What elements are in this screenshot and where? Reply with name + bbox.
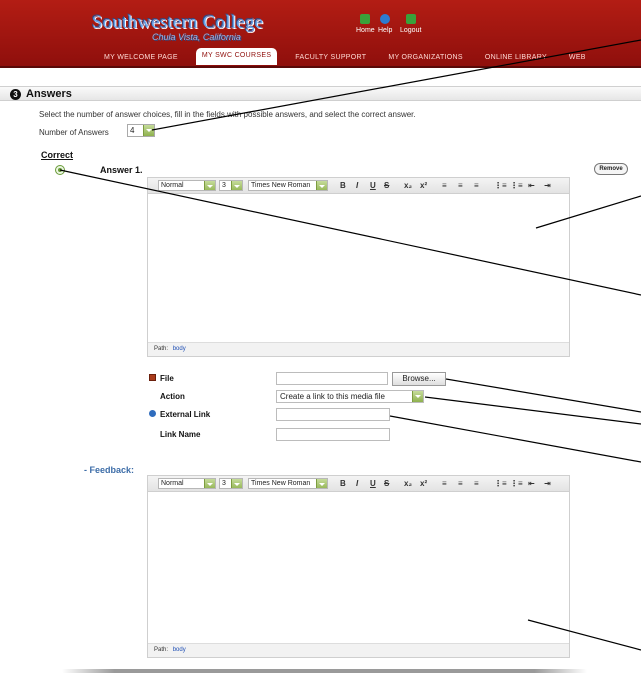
callout-line-browse	[445, 378, 641, 413]
callout-line-correct-radio	[59, 169, 641, 296]
callout-line-feedback-editor	[527, 619, 641, 651]
page-bottom-shadow	[62, 669, 587, 673]
callout-line-action	[424, 396, 641, 425]
callout-line-num-answers	[151, 39, 641, 131]
annotation-callouts	[59, 39, 641, 651]
callout-line-external-link	[389, 415, 641, 463]
callout-line-answer-editor	[535, 195, 641, 229]
